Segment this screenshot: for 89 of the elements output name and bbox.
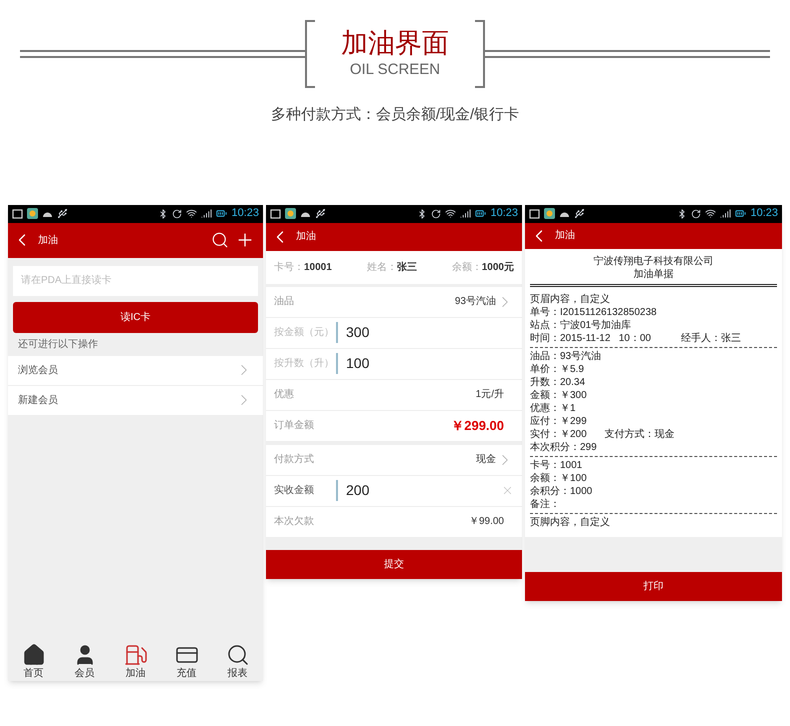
usb-icon [57,208,68,219]
search-button[interactable] [211,231,229,249]
screen-title: 加油 [555,228,576,243]
member-info: 姓名：张三 [366,260,417,274]
caption: 多种付款方式：会员余额/现金/银行卡 [270,105,520,125]
signal-icon [720,208,732,219]
receipt-line: 余额：￥100 [530,472,587,484]
member-info: 卡号：10001 [274,260,332,274]
input-field[interactable]: 300 [336,322,514,343]
row-label: 本次欠款 [274,514,314,529]
member-info: 余额：1000元 [452,260,514,274]
app-icon [285,208,296,219]
row-value: ￥299.00 [451,416,504,435]
signal-icon [201,208,212,219]
input-field[interactable]: 100 [336,353,514,374]
receipt-line: 优惠：￥1 [530,402,576,414]
receipt-line: 时间：2015-11-12 10：00 [530,332,651,344]
receipt-line: 备注： [530,498,560,510]
row-label: 订单金额 [274,418,314,433]
receipt-line: 单价：￥5.9 [530,362,584,376]
notification-icon [529,208,540,219]
nav-tab[interactable]: 首页 [22,642,46,678]
receipt-line: 站点：宁波01号加油库 [530,318,632,332]
receipt-line: 实付：￥200 [530,428,587,440]
rotation-icon [172,208,182,218]
section-subtitle: OIL SCREEN [350,60,440,80]
input-field[interactable]: 200 [336,480,514,501]
receipt-line: 本次积分：299 [530,440,597,454]
signal-icon [460,208,472,219]
app-icon [544,208,555,219]
card-number-field[interactable]: 请在PDA上直接读卡 [13,266,258,296]
battery-icon [216,208,228,219]
receipt-line: 卡号：1001 [530,458,582,472]
app-icon [27,208,38,219]
field-label: 按金额（元） [274,326,330,340]
read-card-button[interactable]: 读IC卡 [13,302,258,332]
section-title: 加油界面 [341,26,449,59]
row-value: 1元/升 [476,388,504,402]
receipt-line: 升数：20.34 [530,376,586,388]
select-row[interactable]: 付款方式 现金 [266,444,522,476]
usb-icon [315,208,326,219]
field-label: 按升数（升） [274,356,330,371]
rotation-icon [691,208,702,218]
notification-icon [12,208,23,219]
receipt-line: 单号：I20151126132850238 [530,306,657,318]
receipt-line: 页眉内容，自定义 [530,292,610,306]
screen-title: 加油 [296,230,317,244]
receipt-line: 页脚内容，自定义 [530,516,610,528]
menu-item[interactable]: 浏览会员 [8,356,263,386]
magnifier-icon [226,642,250,666]
status-time: 10:23 [750,208,778,219]
notification-icon [270,208,281,219]
receipt-line: 应付：￥299 [530,414,587,428]
battery-icon [735,208,746,219]
receipt-line: 金额：￥300 [530,388,587,402]
row-value: ￥99.00 [468,515,504,529]
usb-icon [574,208,585,219]
section-label: 还可进行以下操作 [17,338,99,352]
submit-button[interactable]: 提交 [266,550,522,578]
nav-tab[interactable]: 报表 [226,642,250,678]
row-label: 优惠 [274,388,294,402]
nav-tab[interactable]: 会员 [72,642,96,678]
wifi-icon [186,208,198,219]
receipt-line: 经手人：张三 [681,332,741,344]
status-time: 10:23 [231,208,259,219]
receipt-title: 加油单据 [632,268,674,280]
menu-item[interactable]: 新建会员 [8,386,263,416]
rotation-icon [431,208,442,218]
select-row[interactable]: 油品 93号汽油 [266,286,522,318]
bracket [475,20,485,88]
bluetooth-icon [677,208,688,218]
bluetooth-icon [417,208,428,218]
field-label: 实收金额 [274,484,315,498]
receipt-line: 支付方式：现金 [604,428,675,440]
fuel-pump-icon [124,642,148,666]
company-name: 宁波传翔电子科技有限公司 [592,254,714,268]
receipt-line: 油品：93号汽油 [530,350,602,362]
wifi-icon [445,208,456,219]
nav-tab[interactable]: 充值 [174,642,198,678]
receipt-line: 余积分：1000 [530,484,592,498]
wifi-icon [705,208,716,219]
print-button[interactable]: 打印 [525,572,782,600]
nav-tab[interactable]: 加油 [124,642,148,678]
battery-icon [475,208,486,219]
screen-title: 加油 [38,234,59,248]
bluetooth-icon [158,208,168,218]
bracket [305,20,315,88]
status-time: 10:23 [490,208,518,219]
house-icon [22,642,46,666]
